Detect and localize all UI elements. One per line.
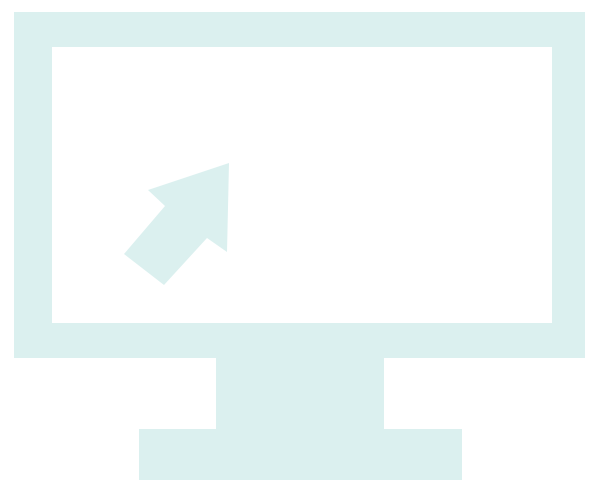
computer-monitor-icon [14,12,585,480]
monitor-stand-neck [216,356,384,432]
monitor-frame [14,12,585,358]
monitor-illustration [0,0,598,488]
monitor-stand-base [139,429,462,480]
cursor-arrow-icon [124,163,229,285]
